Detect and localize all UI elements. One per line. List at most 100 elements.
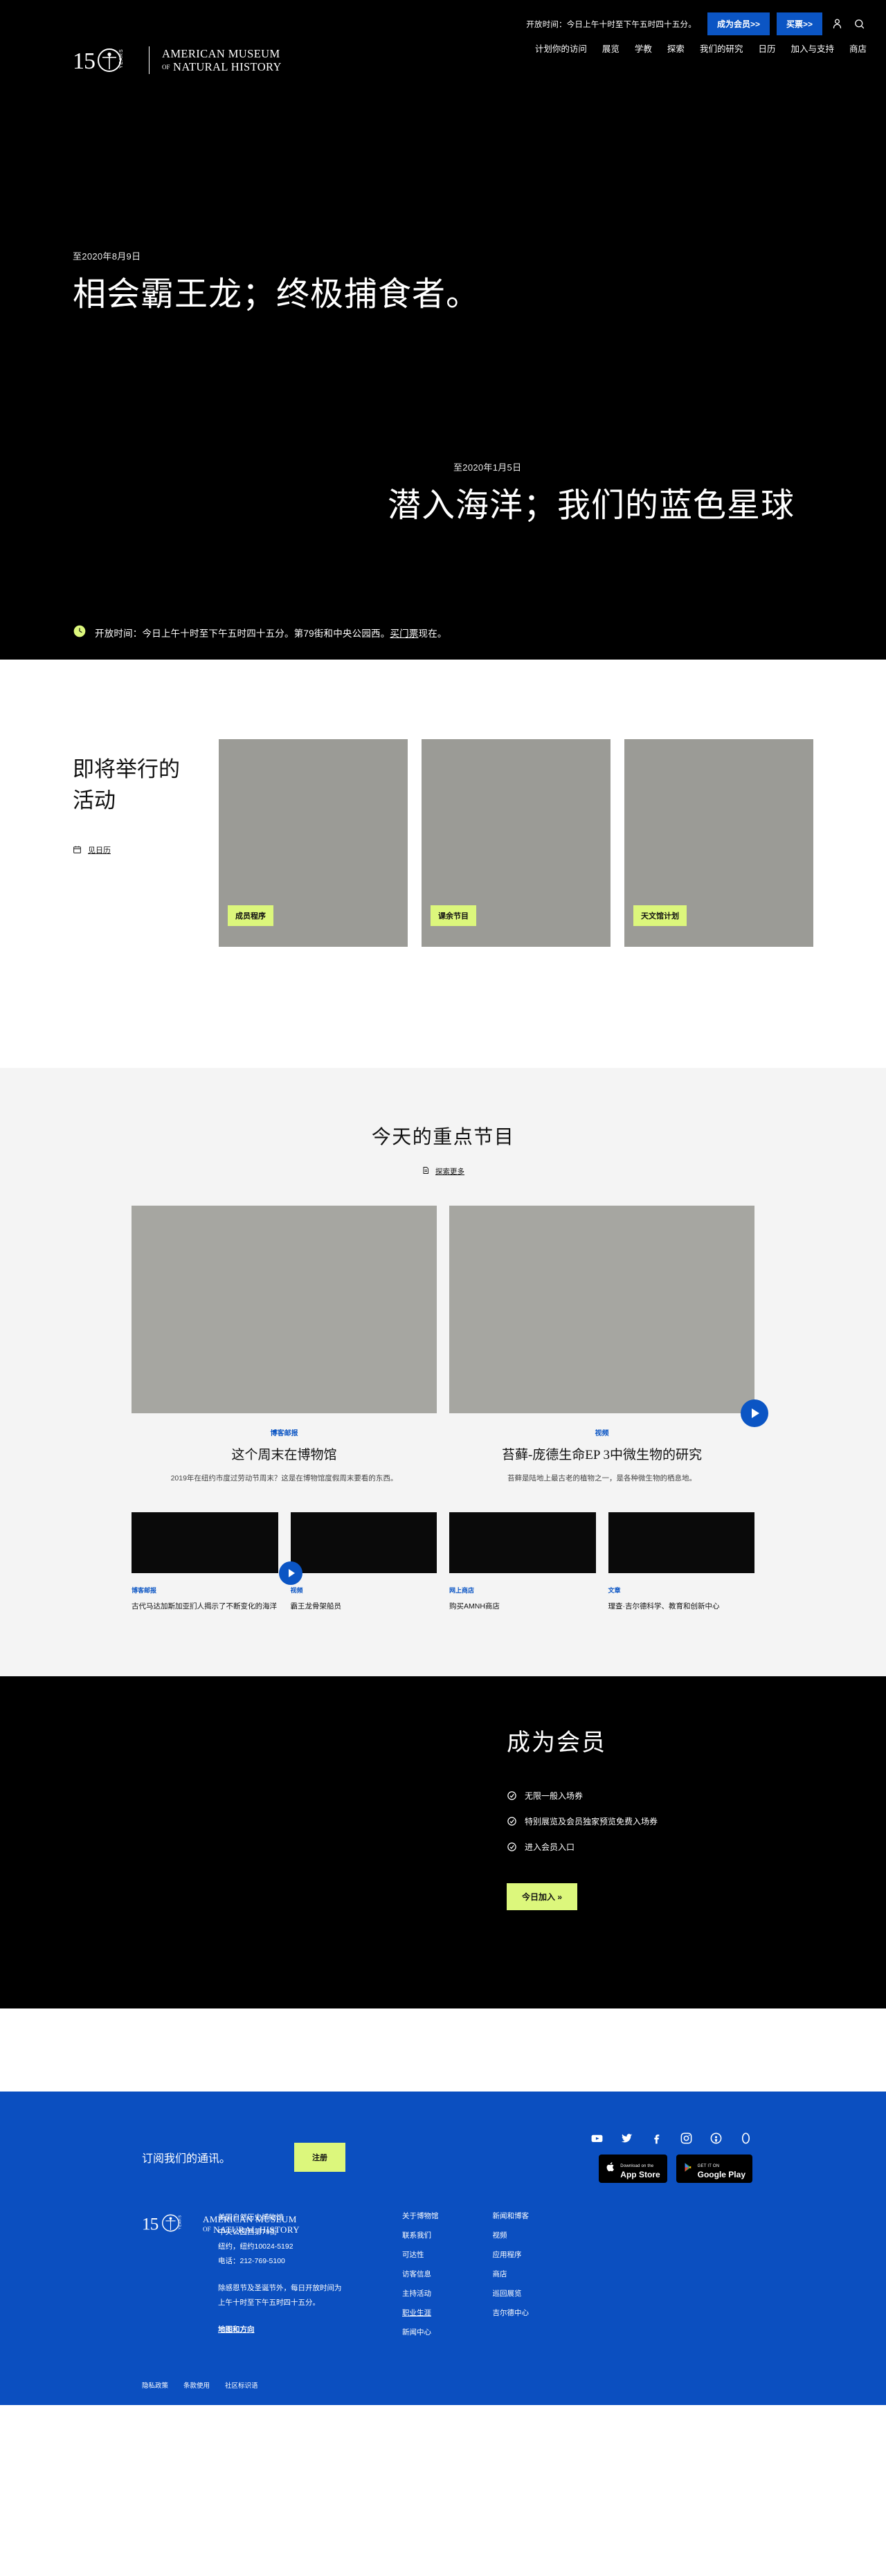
events-header: 即将举行的活动 见日历 — [73, 739, 219, 947]
google-play-big: Google Play — [697, 2170, 745, 2180]
small-card-title: 古代马达加斯加亚扪人揭示了不断变化的海洋 — [132, 1602, 277, 1611]
footer-link-videos[interactable]: 视频 — [493, 2230, 530, 2240]
today-heading: 今天的重点节目 — [371, 1127, 515, 1148]
youtube-icon[interactable] — [590, 2132, 604, 2145]
small-card[interactable]: 视频 霸王龙骨架船员 — [278, 1512, 437, 1613]
app-store-big: App Store — [620, 2170, 660, 2180]
anniversary-150-icon: 15 YEARS — [73, 46, 136, 75]
footer-link-traveling-exhibitions[interactable]: 巡回展览 — [493, 2288, 530, 2298]
event-card[interactable]: 成员程序 — [219, 739, 408, 947]
footer-link-about-museum[interactable]: 关于博物馆 — [402, 2211, 439, 2221]
feature-card-eyebrow: 博客邮报 — [270, 1430, 298, 1437]
search-icon[interactable] — [851, 17, 867, 32]
footer-link-news-blogs[interactable]: 新闻和博客 — [493, 2211, 530, 2221]
small-card-image — [278, 1512, 437, 1585]
nav-item-join-support[interactable]: 加入与支持 — [790, 42, 834, 55]
nav-item-plan-visit[interactable]: 计划你的访问 — [535, 42, 587, 55]
see-calendar-link[interactable]: 见日历 — [73, 844, 198, 855]
newsletter-label: 订阅我们的通讯。 — [142, 2153, 231, 2166]
nav-item-learn-teach[interactable]: 学教 — [635, 42, 652, 55]
check-circle-icon — [507, 1816, 517, 1826]
today-highlights-section: 今天的重点节目 探索更多 博客邮报 这个周末在博物馆 2019年在纽约市度过劳动… — [0, 1068, 886, 1677]
document-icon — [422, 1166, 430, 1177]
hours-text-after: 现在。 — [418, 628, 447, 639]
footer-logo[interactable]: 15 YEARS AMERICAN MUSEUM OF NATURAL HIST… — [73, 2211, 300, 2337]
small-card-image — [608, 1512, 754, 1573]
twitter-icon[interactable] — [620, 2132, 633, 2145]
apple-icon — [606, 2161, 616, 2177]
buy-tickets-button[interactable]: 买票>> — [776, 12, 822, 35]
user-icon[interactable] — [829, 17, 844, 32]
feature-card-title: 这个周末在博物馆 — [231, 1448, 337, 1462]
small-card-eyebrow: 文章 — [608, 1586, 621, 1594]
buy-tickets-link[interactable]: 买门票 — [390, 628, 418, 639]
facebook-icon[interactable] — [650, 2132, 663, 2145]
address-phone: 电话：212-769-5100 — [218, 2257, 285, 2266]
membership-benefits-list: 无限一般入场券 特别展览及会员独家预览免费入场券 进入会员入口 — [507, 1790, 714, 1853]
footer-link-contact-us[interactable]: 联系我们 — [402, 2230, 439, 2240]
footer-link-host-event[interactable]: 主持活动 — [402, 2288, 439, 2298]
become-member-button[interactable]: 成为会员>> — [707, 12, 770, 35]
instagram-icon[interactable] — [680, 2132, 693, 2145]
maps-directions-link[interactable]: 地图和方向 — [218, 2325, 255, 2334]
feature-card[interactable]: 视频 苔藓-庞德生命EP 3中微生物的研究 苔藓是陆地上最古老的植物之一，是各种… — [449, 1206, 768, 1485]
logo-of: OF — [162, 64, 170, 71]
footer-logo-of: OF — [203, 2226, 211, 2233]
footer-column-about: 关于博物馆 联系我们 可达性 访客信息 主持活动 职业生涯 新闻中心 — [402, 2211, 439, 2337]
event-card[interactable]: 课余节目 — [422, 739, 611, 947]
site-footer: 订阅我们的通讯。 注册 Download on the App Store GE… — [0, 2092, 886, 2406]
address-line-3: 纽约，纽约10024-5192 — [218, 2242, 293, 2251]
explore-more-link[interactable]: 探索更多 — [0, 1166, 886, 1177]
small-card[interactable]: 文章 理查·吉尔德科学、教育和创新中心 — [608, 1512, 754, 1613]
feature-card[interactable]: 博客邮报 这个周末在博物馆 2019年在纽约市度过劳动节周末？这是在博物馆度假周… — [132, 1206, 437, 1485]
feature-card-description: 苔藓是陆地上最古老的植物之一，是各种微生物的栖息地。 — [507, 1473, 696, 1482]
app-store-badge[interactable]: Download on the App Store — [599, 2155, 667, 2184]
tumblr-icon[interactable] — [739, 2132, 752, 2145]
hero-slide-dinosaur[interactable]: 至2020年8月9日 相会霸王龙；终极捕食者。 — [73, 249, 488, 318]
svg-text:YEARS: YEARS — [119, 48, 124, 69]
footer-link-visitor-info[interactable]: 访客信息 — [402, 2269, 439, 2279]
membership-benefit-label: 特别展览及会员独家预览免费入场券 — [525, 1817, 658, 1827]
small-card-image — [449, 1512, 596, 1573]
join-today-button[interactable]: 今日加入 » — [507, 1883, 578, 1911]
logo-divider — [149, 46, 150, 74]
small-card-title: 理查·吉尔德科学、教育和创新中心 — [608, 1602, 720, 1611]
small-card-eyebrow: 视频 — [290, 1586, 303, 1594]
small-card-title: 霸王龙骨架船员 — [290, 1602, 342, 1611]
newsletter-signup-button[interactable]: 注册 — [294, 2143, 345, 2173]
footer-link-accessibility[interactable]: 可达性 — [402, 2249, 439, 2260]
podcast-icon[interactable] — [709, 2132, 723, 2145]
site-logo[interactable]: 15 YEARS AMERICAN MUSEUM OF NATURAL HIST… — [73, 46, 282, 75]
small-card-row: 博客邮报 古代马达加斯加亚扪人揭示了不断变化的海洋 视频 霸王龙骨架船员 网上商… — [132, 1512, 754, 1613]
hero-slide-1-title: 相会霸王龙；终极捕食者。 — [73, 276, 480, 313]
small-card[interactable]: 网上商店 购买AMNH商店 — [449, 1512, 596, 1613]
footer-link-gilder-center[interactable]: 吉尔德中心 — [493, 2307, 530, 2318]
footer-link-community-guidelines[interactable]: 社区标识语 — [225, 2380, 258, 2390]
footer-link-apps[interactable]: 应用程序 — [493, 2249, 530, 2260]
event-card[interactable]: 天文馆计划 — [624, 739, 813, 947]
google-play-text: GET IT ON Google Play — [698, 2158, 745, 2179]
google-play-icon — [683, 2161, 694, 2177]
app-store-badges: Download on the App Store GET IT ON Goog… — [590, 2155, 752, 2184]
footer-link-newsroom[interactable]: 新闻中心 — [402, 2327, 439, 2337]
social-icon-list — [590, 2132, 752, 2145]
nav-item-exhibitions[interactable]: 展览 — [602, 42, 620, 55]
footer-link-terms-of-use[interactable]: 条款使用 — [183, 2380, 210, 2390]
footer-link-privacy-policy[interactable]: 隐私政策 — [142, 2380, 168, 2390]
membership-section: 成为会员 无限一般入场券 特别展览及会员独家预览免费入场券 进入会员入口 今日加… — [0, 1676, 886, 2009]
footer-link-shop[interactable]: 商店 — [493, 2269, 530, 2279]
nav-item-shop[interactable]: 商店 — [849, 42, 867, 55]
play-icon[interactable] — [741, 1399, 768, 1427]
nav-item-explore[interactable]: 探索 — [667, 42, 685, 55]
footer-link-columns: 关于博物馆 联系我们 可达性 访客信息 主持活动 职业生涯 新闻中心 新闻和博客… — [402, 2211, 529, 2337]
upcoming-events-section: 即将举行的活动 见日历 成员程序 课余节目 天文馆计划 — [0, 660, 886, 1068]
nav-item-calendar[interactable]: 日历 — [758, 42, 775, 55]
hero-slide-1-kicker: 至2020年8月9日 — [73, 251, 141, 262]
hero-slide-ocean[interactable]: 至2020年1月5日 潜入海洋；我们的蓝色星球 — [388, 460, 803, 529]
footer-link-careers[interactable]: 职业生涯 — [402, 2307, 439, 2318]
play-icon[interactable] — [278, 1561, 302, 1585]
google-play-badge[interactable]: GET IT ON Google Play — [676, 2155, 752, 2184]
clock-icon — [73, 624, 87, 642]
nav-item-our-research[interactable]: 我们的研究 — [700, 42, 743, 55]
small-card[interactable]: 博客邮报 古代马达加斯加亚扪人揭示了不断变化的海洋 — [132, 1512, 278, 1613]
